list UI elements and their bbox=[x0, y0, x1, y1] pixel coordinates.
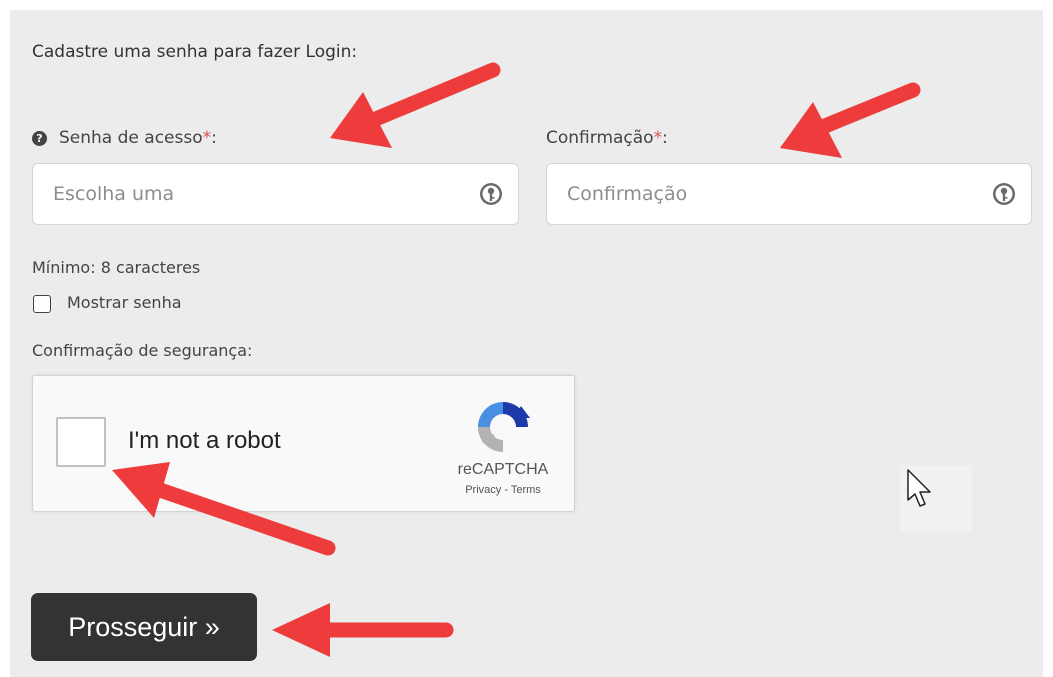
annotation-layer bbox=[112, 62, 972, 657]
arrow-to-confirm-label bbox=[780, 82, 921, 158]
arrow-to-password-label bbox=[330, 62, 501, 148]
arrow-to-recaptcha-checkbox bbox=[112, 462, 336, 556]
arrow-to-submit-button bbox=[272, 603, 454, 657]
